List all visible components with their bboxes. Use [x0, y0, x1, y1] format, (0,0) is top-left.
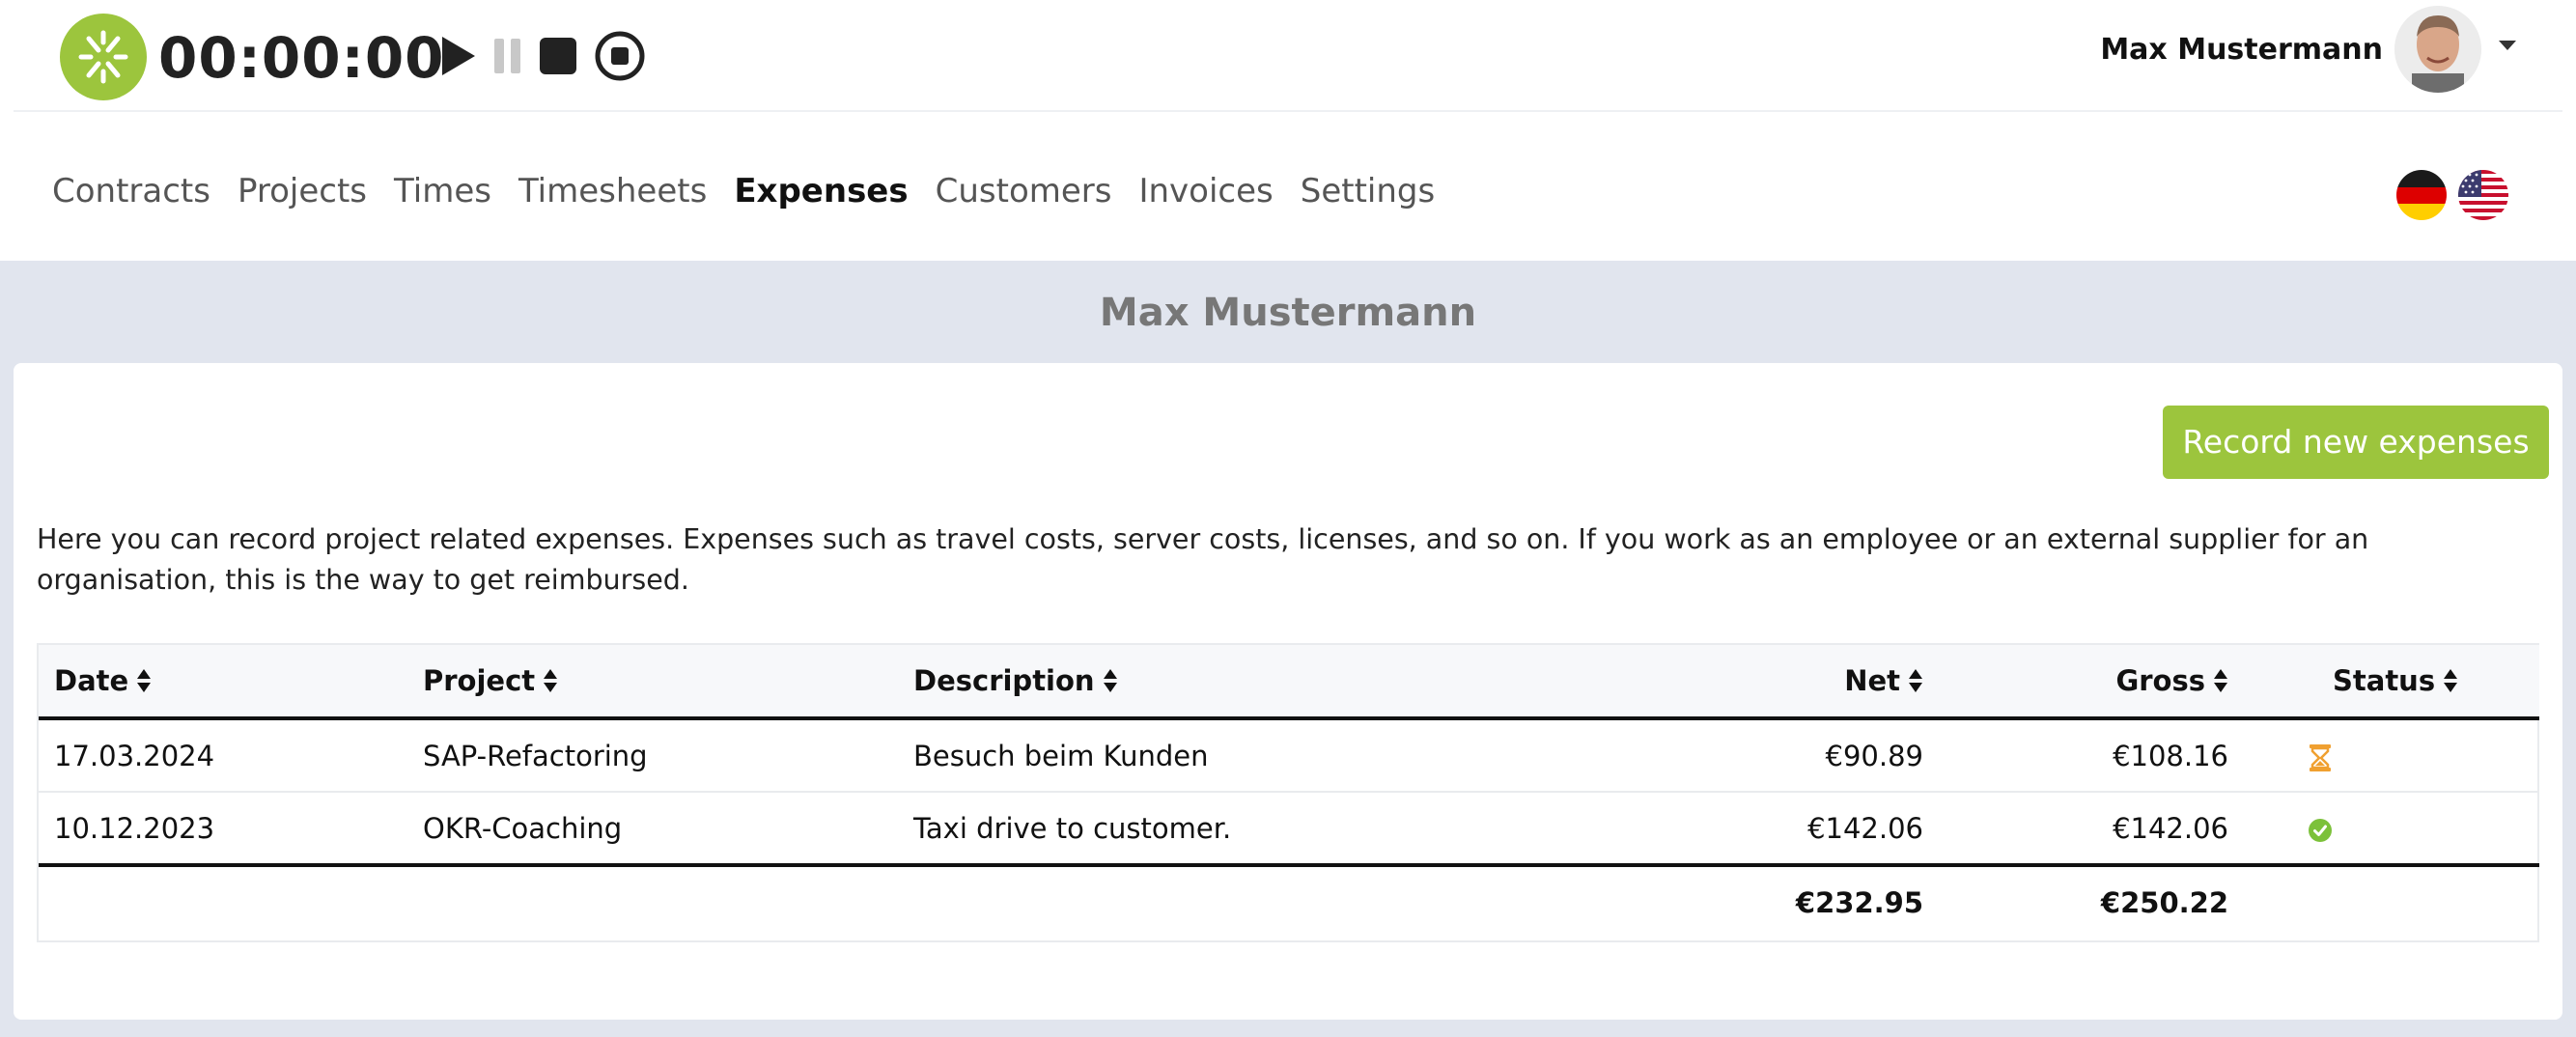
cell-project: OKR-Coaching	[423, 811, 623, 845]
nav-projects[interactable]: Projects	[224, 162, 380, 220]
us-flag-icon[interactable]	[2458, 170, 2508, 220]
totals-row: €232.95 €250.22	[39, 865, 2539, 939]
logo-icon	[78, 30, 128, 84]
play-icon[interactable]	[431, 29, 485, 83]
sort-icon[interactable]	[543, 668, 558, 693]
top-header: 00:00:00 Max Mustermann Contracts Projec…	[0, 0, 2576, 261]
pause-icon[interactable]	[481, 29, 535, 83]
column-label: Date	[54, 664, 129, 697]
avatar[interactable]	[2394, 6, 2481, 93]
cell-date: 17.03.2024	[54, 739, 215, 772]
record-stop-icon[interactable]	[593, 29, 647, 83]
column-header-gross[interactable]: Gross	[1939, 645, 2244, 718]
app-logo[interactable]	[60, 14, 147, 100]
expenses-table: Date Project Description Net Gross Statu…	[37, 643, 2539, 942]
stop-icon[interactable]	[531, 29, 585, 83]
column-header-net[interactable]: Net	[1439, 645, 1939, 718]
table-row[interactable]: 17.03.2024 SAP-Refactoring Besuch beim K…	[39, 718, 2539, 792]
cell-gross: €108.16	[2113, 739, 2228, 772]
caret-down-icon[interactable]	[2497, 39, 2518, 52]
nav-expenses[interactable]: Expenses	[720, 162, 921, 220]
nav-settings[interactable]: Settings	[1287, 162, 1448, 220]
main-nav: Contracts Projects Times Timesheets Expe…	[39, 162, 1448, 220]
sort-icon[interactable]	[1908, 668, 1923, 693]
german-flag-icon[interactable]	[2396, 170, 2447, 220]
user-name[interactable]: Max Mustermann	[2100, 29, 2383, 71]
column-label: Status	[2333, 664, 2436, 697]
hourglass-icon	[2308, 743, 2333, 772]
cell-gross: €142.06	[2113, 811, 2228, 845]
page-title: Max Mustermann	[1099, 291, 1477, 335]
column-header-description[interactable]: Description	[898, 645, 1439, 718]
column-label: Net	[1844, 664, 1900, 697]
cell-net: €90.89	[1825, 739, 1923, 772]
total-net: €232.95	[1795, 886, 1923, 919]
column-header-date[interactable]: Date	[39, 645, 407, 718]
cell-description: Besuch beim Kunden	[913, 739, 1209, 772]
cell-status	[2244, 718, 2539, 792]
sort-icon[interactable]	[2213, 668, 2228, 693]
total-gross: €250.22	[2100, 886, 2228, 919]
cell-project: SAP-Refactoring	[423, 739, 648, 772]
nav-customers[interactable]: Customers	[922, 162, 1126, 220]
cell-status	[2244, 792, 2539, 865]
cell-net: €142.06	[1807, 811, 1923, 845]
intro-text: Here you can record project related expe…	[37, 523, 2369, 596]
column-header-project[interactable]: Project	[407, 645, 898, 718]
table-row[interactable]: 10.12.2023 OKR-Coaching Taxi drive to cu…	[39, 792, 2539, 865]
header-divider	[14, 110, 2562, 112]
nav-contracts[interactable]: Contracts	[39, 162, 224, 220]
cell-description: Taxi drive to customer.	[913, 811, 1232, 845]
sort-icon[interactable]	[1103, 668, 1118, 693]
column-label: Gross	[2115, 664, 2205, 697]
nav-times[interactable]: Times	[380, 162, 505, 220]
column-label: Project	[423, 664, 536, 697]
column-header-status[interactable]: Status	[2244, 645, 2539, 718]
expenses-card: Record new expenses Here you can record …	[14, 363, 2562, 1020]
sort-icon[interactable]	[136, 668, 152, 693]
cell-date: 10.12.2023	[54, 811, 215, 845]
table-header-row: Date Project Description Net Gross Statu…	[39, 645, 2539, 718]
record-new-expenses-button[interactable]: Record new expenses	[2163, 406, 2549, 479]
check-circle-icon	[2308, 816, 2333, 845]
nav-timesheets[interactable]: Timesheets	[505, 162, 720, 220]
timer-display: 00:00:00	[158, 25, 445, 91]
column-label: Description	[913, 664, 1095, 697]
sort-icon[interactable]	[2443, 668, 2458, 693]
nav-invoices[interactable]: Invoices	[1125, 162, 1286, 220]
